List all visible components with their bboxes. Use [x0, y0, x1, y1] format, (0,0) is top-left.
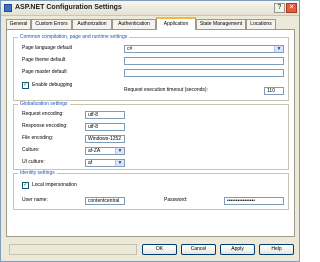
- page-language-select[interactable]: c# ▼: [124, 45, 284, 53]
- request-encoding-input[interactable]: utf-8: [85, 111, 125, 119]
- title-bar: ASP.NET Configuration Settings ? ✕: [1, 1, 299, 16]
- chevron-down-icon[interactable]: ▼: [115, 160, 124, 166]
- page-language-label: Page language default: [22, 45, 73, 51]
- response-encoding-input[interactable]: utf-8: [85, 123, 125, 131]
- culture-label: Culture:: [22, 147, 40, 153]
- compilation-group: Common compilation, page and runtime set…: [13, 34, 289, 101]
- user-name-input[interactable]: contentcentral: [85, 197, 125, 205]
- tab-authorization[interactable]: Authorization: [72, 19, 112, 29]
- tab-state-management[interactable]: State Management: [196, 19, 246, 29]
- help-button[interactable]: Help: [259, 244, 294, 255]
- file-encoding-input[interactable]: Windows-1252: [85, 135, 125, 143]
- tab-general[interactable]: General: [6, 19, 31, 29]
- window-title: ASP.NET Configuration Settings: [15, 4, 122, 11]
- page-master-input[interactable]: [124, 69, 284, 77]
- local-impersonation-label: Local impersonation: [32, 182, 77, 188]
- compilation-group-title: Common compilation, page and runtime set…: [18, 34, 130, 40]
- user-name-label: User name:: [22, 197, 48, 203]
- application-tab-panel: Common compilation, page and runtime set…: [6, 29, 295, 237]
- local-impersonation-checkbox[interactable]: ✓: [22, 182, 29, 189]
- apply-button[interactable]: Apply: [220, 244, 255, 255]
- globalization-group: Globalization settings Request encoding:…: [13, 101, 289, 170]
- ui-culture-label: UI culture:: [22, 159, 45, 165]
- chevron-down-icon[interactable]: ▼: [274, 46, 283, 52]
- timeout-label: Request execution timeout (seconds):: [124, 87, 208, 93]
- culture-select[interactable]: af-ZA ▼: [85, 147, 125, 155]
- identity-group: Identity settings ✓ Local impersonation …: [13, 170, 289, 210]
- tab-application[interactable]: Application: [156, 17, 196, 30]
- status-area: [9, 244, 137, 255]
- identity-group-title: Identity settings: [18, 170, 57, 176]
- response-encoding-label: Response encoding:: [22, 123, 68, 129]
- culture-value: af-ZA: [88, 148, 101, 154]
- tab-custom-errors[interactable]: Custom Errors: [31, 19, 72, 29]
- page-theme-label: Page theme default: [22, 57, 66, 63]
- app-icon: [4, 4, 12, 12]
- config-dialog: ASP.NET Configuration Settings ? ✕ Gener…: [0, 0, 300, 262]
- enable-debugging-checkbox[interactable]: ✓: [22, 82, 29, 89]
- cancel-button[interactable]: Cancel: [181, 244, 216, 255]
- tab-locations[interactable]: Locations: [246, 19, 276, 29]
- enable-debugging-label: Enable debugging: [32, 82, 73, 88]
- request-encoding-label: Request encoding:: [22, 111, 64, 117]
- ok-button[interactable]: OK: [142, 244, 177, 255]
- ui-culture-select[interactable]: af ▼: [85, 159, 125, 167]
- page-theme-input[interactable]: [124, 57, 284, 65]
- globalization-group-title: Globalization settings: [18, 101, 70, 107]
- file-encoding-label: File encoding:: [22, 135, 54, 141]
- close-icon[interactable]: ✕: [286, 3, 297, 13]
- help-icon[interactable]: ?: [274, 3, 285, 13]
- page-master-label: Page master default: [22, 69, 67, 75]
- tab-authentication[interactable]: Authentication: [112, 19, 156, 29]
- page-language-value: c#: [127, 46, 133, 52]
- chevron-down-icon[interactable]: ▼: [115, 148, 124, 154]
- timeout-input[interactable]: 110: [264, 87, 284, 95]
- password-input[interactable]: ••••••••••••••••: [224, 197, 284, 205]
- ui-culture-value: af: [88, 160, 93, 166]
- password-label: Password:: [164, 197, 188, 203]
